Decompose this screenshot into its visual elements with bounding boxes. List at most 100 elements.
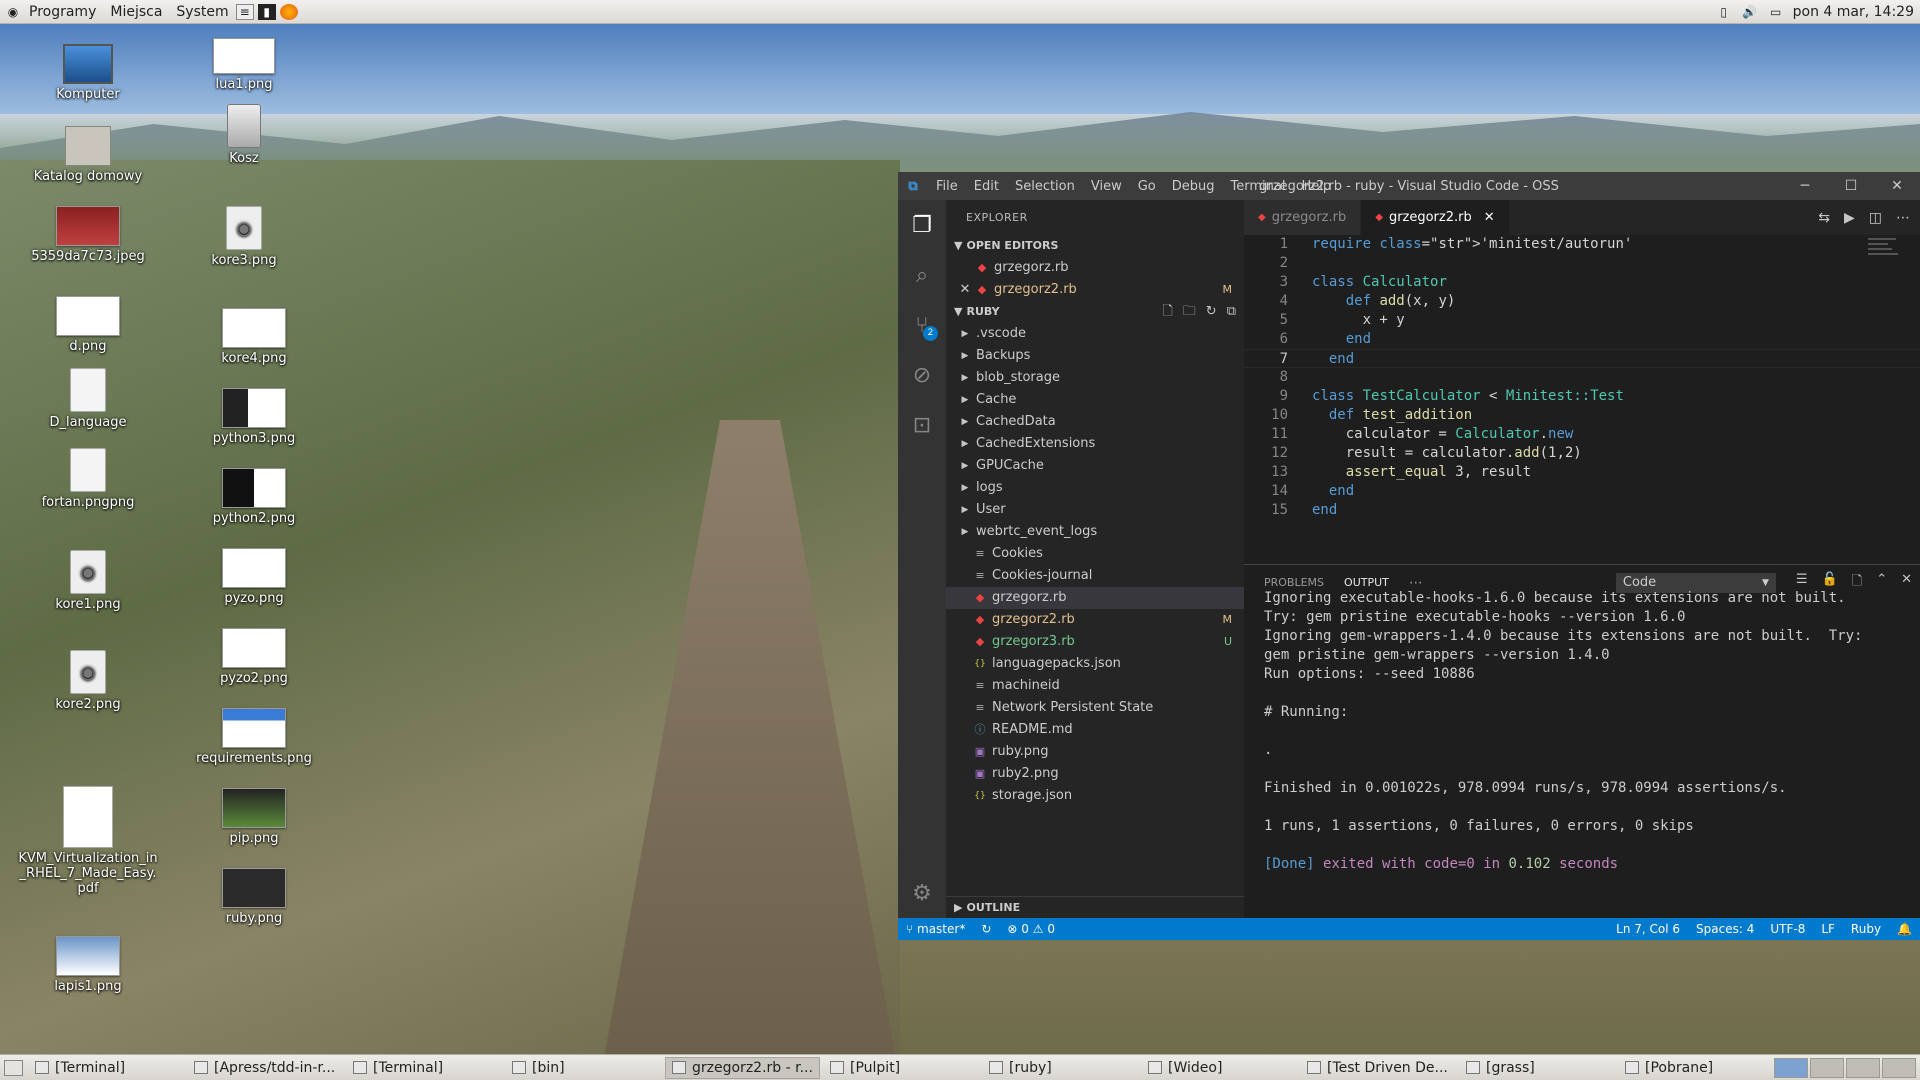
tab-output[interactable]: OUTPUT [1334, 576, 1399, 589]
tree-item[interactable]: ▶ User [946, 499, 1244, 521]
desktop-icon-kore2[interactable]: ◉ kore2.png [23, 650, 153, 712]
tab-grzegorz2-rb[interactable]: ◆ grzegorz2.rb ✕ [1361, 200, 1510, 235]
language-mode[interactable]: Ruby [1843, 922, 1889, 936]
taskbar-item[interactable]: [grass] [1460, 1057, 1615, 1079]
workspace-2[interactable] [1810, 1057, 1844, 1078]
code-line[interactable]: 8 [1244, 368, 1920, 387]
desktop-icon-komputer[interactable]: Komputer [23, 44, 153, 102]
gnome-foot-icon[interactable]: ◉ [4, 4, 22, 20]
display-icon[interactable]: ▭ [1767, 4, 1785, 20]
code-editor[interactable]: 1 require class="str">'minitest/autorun' 2… [1244, 235, 1920, 564]
clock[interactable]: pon 4 mar, 14:29 [1793, 4, 1914, 20]
desktop-icon-fortan[interactable]: fortan.pngpng [23, 448, 153, 510]
problems-indicator[interactable]: ⊗ 0 ⚠ 0 [999, 922, 1063, 936]
code-line[interactable]: 2 [1244, 254, 1920, 273]
run-icon[interactable]: ▶ [1844, 210, 1855, 226]
workspace-3[interactable] [1846, 1057, 1880, 1078]
cursor-position[interactable]: Ln 7, Col 6 [1608, 922, 1688, 936]
minimize-icon[interactable]: ─ [1782, 178, 1828, 194]
tab-problems[interactable]: PROBLEMS [1244, 576, 1334, 589]
code-line[interactable]: 13 assert_equal 3, result [1244, 463, 1920, 482]
desktop-icon-python3[interactable]: python3.png [189, 388, 319, 446]
open-editor-item[interactable]: ✕ ◆ grzegorz2.rb M [946, 279, 1244, 301]
desktop-icon-jpeg[interactable]: 5359da7c73.jpeg [23, 206, 153, 264]
taskbar-item[interactable]: [Terminal] [29, 1057, 184, 1079]
tree-item[interactable]: ◆ grzegorz3.rb U [946, 631, 1244, 653]
tree-item[interactable]: ◆ grzegorz2.rb M [946, 609, 1244, 631]
folder-header-ruby[interactable]: ▼ RUBY 🗋 🗀 ↻ ⧉ [946, 301, 1244, 323]
show-desktop-icon[interactable] [4, 1059, 23, 1076]
close-icon[interactable]: ✕ [1874, 178, 1920, 194]
firefox-launcher-icon[interactable] [279, 3, 298, 20]
desktop-icon-katalog-domowy[interactable]: Katalog domowy [23, 126, 153, 184]
tree-item[interactable]: ▣ ruby2.png [946, 763, 1244, 785]
split-editor-icon[interactable]: ◫ [1869, 210, 1882, 226]
code-line[interactable]: 6 end [1244, 330, 1920, 349]
debug-icon[interactable]: ⊘ [898, 350, 946, 400]
tree-item[interactable]: ▶ blob_storage [946, 367, 1244, 389]
tree-item[interactable]: ▶ CachedData [946, 411, 1244, 433]
network-icon[interactable]: ▯ [1715, 4, 1733, 20]
code-line[interactable]: 10 def test_addition [1244, 406, 1920, 425]
extensions-icon[interactable]: ⊡ [898, 400, 946, 450]
taskbar-item[interactable]: [ruby] [983, 1057, 1138, 1079]
desktop-icon-kosz[interactable]: Kosz [179, 104, 309, 166]
maximize-icon[interactable]: ☐ [1828, 178, 1874, 194]
open-changes-icon[interactable]: ⇆ [1818, 210, 1830, 226]
menu-programy[interactable]: Programy [22, 4, 103, 20]
desktop-icon-kore4[interactable]: kore4.png [189, 308, 319, 366]
tree-item[interactable]: ▶ webrtc_event_logs [946, 521, 1244, 543]
code-line[interactable]: 14 end [1244, 482, 1920, 501]
code-line[interactable]: 12 result = calculator.add(1,2) [1244, 444, 1920, 463]
code-line[interactable]: 15 end [1244, 501, 1920, 520]
tree-item[interactable]: ≡ Cookies [946, 543, 1244, 565]
desktop-icon-d-language[interactable]: D_language [23, 368, 153, 430]
settings-gear-icon[interactable]: ⚙ [898, 868, 946, 918]
tree-item[interactable]: ▶ Backups [946, 345, 1244, 367]
tree-item[interactable]: ≡ machineid [946, 675, 1244, 697]
menu-view[interactable]: View [1083, 179, 1130, 194]
branch-indicator[interactable]: ⑂ master* [898, 922, 973, 936]
menu-miejsca[interactable]: Miejsca [103, 4, 169, 20]
menu-system[interactable]: System [169, 4, 235, 20]
tree-item[interactable]: ▶ logs [946, 477, 1244, 499]
desktop-icon-ruby[interactable]: ruby.png [189, 868, 319, 926]
menu-help[interactable]: Help [1293, 179, 1339, 194]
tree-item[interactable]: ▶ GPUCache [946, 455, 1244, 477]
menu-terminal[interactable]: Terminal [1223, 179, 1294, 194]
workspace-1[interactable] [1774, 1057, 1808, 1078]
menu-edit[interactable]: Edit [966, 179, 1007, 194]
sync-icon[interactable]: ↻ [973, 922, 999, 936]
close-tab-icon[interactable]: ✕ [1484, 200, 1495, 235]
open-editors-header[interactable]: ▼ OPEN EDITORS [946, 235, 1244, 257]
code-line[interactable]: 11 calculator = Calculator.new [1244, 425, 1920, 444]
workspace-4[interactable] [1882, 1057, 1916, 1078]
taskbar-item[interactable]: [Apress/tdd-in-r... [188, 1057, 343, 1079]
search-icon[interactable]: ⌕ [898, 250, 946, 300]
taskbar-item[interactable]: [Terminal] [347, 1057, 502, 1079]
code-line[interactable]: 3 class Calculator [1244, 273, 1920, 292]
taskbar-item[interactable]: [bin] [506, 1057, 661, 1079]
desktop-icon-kore3[interactable]: ◉ kore3.png [179, 206, 309, 268]
desktop-icon-kvm-pdf[interactable]: KVM_Virtualization_in_RHEL_7_Made_Easy.p… [18, 786, 158, 896]
refresh-icon[interactable]: ↻ [1206, 301, 1217, 323]
desktop-icon-kore1[interactable]: ◉ kore1.png [23, 550, 153, 612]
taskbar-item[interactable]: [Wideo] [1142, 1057, 1297, 1079]
tree-item[interactable]: ≡ Cookies-journal [946, 565, 1244, 587]
tree-item[interactable]: {} languagepacks.json [946, 653, 1244, 675]
volume-icon[interactable]: 🔊 [1741, 4, 1759, 20]
taskbar-item[interactable]: [Pobrane] [1619, 1057, 1774, 1079]
outline-section[interactable]: ▶ OUTLINE [946, 896, 1244, 918]
desktop-icon-python2[interactable]: python2.png [189, 468, 319, 526]
notifications-bell-icon[interactable]: 🔔 [1889, 922, 1920, 936]
menu-go[interactable]: Go [1130, 179, 1164, 194]
desktop-icon-lapis1[interactable]: lapis1.png [23, 936, 153, 994]
menu-debug[interactable]: Debug [1164, 179, 1223, 194]
desktop-icon-pyzo2[interactable]: pyzo2.png [189, 628, 319, 686]
desktop-icon-pyzo[interactable]: pyzo.png [189, 548, 319, 606]
taskbar-item[interactable]: [Pulpit] [824, 1057, 979, 1079]
terminal-launcher-icon[interactable]: ▮ [257, 3, 276, 20]
encoding[interactable]: UTF-8 [1762, 922, 1813, 936]
tree-item[interactable]: ▶ .vscode [946, 323, 1244, 345]
open-editor-item[interactable]: ◆ grzegorz.rb [946, 257, 1244, 279]
